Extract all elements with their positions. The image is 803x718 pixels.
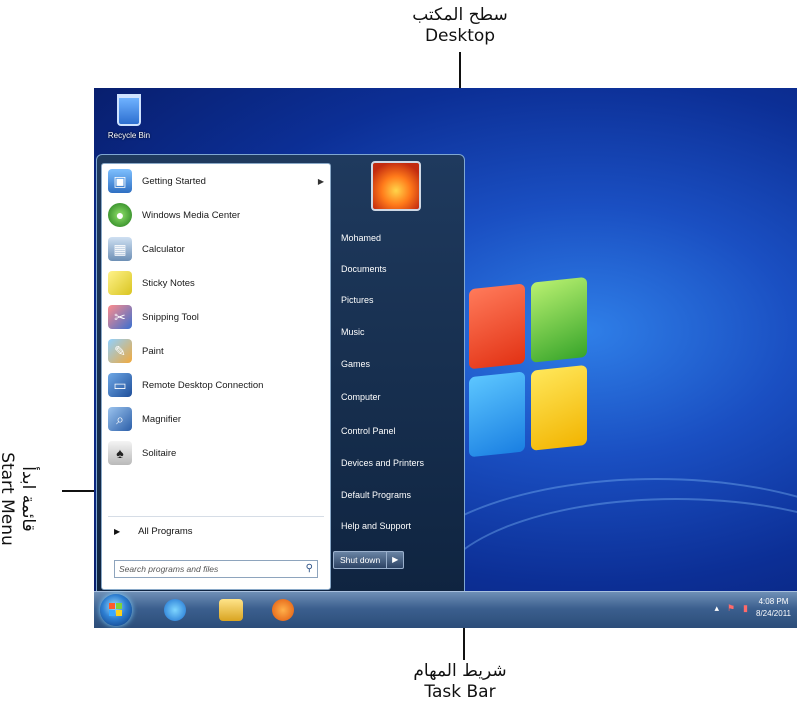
taskbar-callout: شريط المهام Task Bar	[380, 660, 540, 702]
user-picture-avatar[interactable]	[371, 161, 421, 211]
network-icon[interactable]: ▮	[743, 603, 748, 614]
all-programs-button[interactable]: ▶ All Programs	[114, 526, 193, 537]
start-menu-programs-pane: ▣ Getting Started ▶ ● Windows Media Cent…	[101, 163, 331, 590]
desktop-callout-arabic: سطح المكتب	[412, 5, 508, 25]
system-tray: ▴ ⚑ ▮ 4:08 PM 8/24/2011	[714, 596, 791, 620]
start-menu: ▣ Getting Started ▶ ● Windows Media Cent…	[96, 154, 465, 596]
action-center-flag-icon[interactable]: ⚑	[727, 603, 735, 614]
desktop-callout: سطح المكتب Desktop	[385, 4, 535, 46]
start-menu-callout-arabic: قائمة ابدأ	[18, 466, 38, 532]
shutdown-options-arrow-icon[interactable]: ▶	[387, 551, 405, 569]
link-control-panel[interactable]: Control Panel	[341, 426, 396, 436]
program-snipping-tool[interactable]: ✂ Snipping Tool	[108, 302, 324, 332]
clock[interactable]: 4:08 PM 8/24/2011	[756, 596, 791, 620]
magnifier-icon: ⌕	[108, 407, 132, 431]
link-music[interactable]: Music	[341, 327, 365, 337]
calculator-icon: ▦	[108, 237, 132, 261]
program-windows-media-center[interactable]: ● Windows Media Center	[108, 200, 324, 230]
start-menu-divider	[108, 516, 324, 517]
link-help-and-support[interactable]: Help and Support	[341, 521, 411, 531]
program-remote-desktop-connection[interactable]: ▭ Remote Desktop Connection	[108, 370, 324, 400]
submenu-arrow-icon: ▶	[317, 176, 324, 186]
remote-desktop-icon: ▭	[108, 373, 132, 397]
clock-time: 4:08 PM	[758, 597, 789, 606]
program-getting-started[interactable]: ▣ Getting Started ▶	[108, 166, 324, 196]
search-icon[interactable]: ⚲	[306, 561, 313, 577]
solitaire-icon: ♠	[108, 441, 132, 465]
link-computer[interactable]: Computer	[341, 392, 381, 402]
show-hidden-icons-icon[interactable]: ▴	[714, 603, 719, 614]
link-documents[interactable]: Documents	[341, 264, 387, 274]
shutdown-button[interactable]: Shut down	[333, 551, 388, 569]
all-programs-arrow-icon: ▶	[114, 527, 121, 536]
desktop-screen: Recycle Bin ▣ Getting Started ▶ ● Window…	[94, 88, 797, 628]
search-placeholder: Search programs and files	[119, 564, 219, 574]
recycle-bin-icon	[117, 94, 141, 126]
link-default-programs[interactable]: Default Programs	[341, 490, 411, 500]
paint-icon: ✎	[108, 339, 132, 363]
getting-started-icon: ▣	[108, 169, 132, 193]
link-devices-and-printers[interactable]: Devices and Printers	[341, 458, 424, 468]
logo-pane-blue	[469, 371, 525, 458]
logo-pane-red	[469, 283, 525, 370]
taskbar: ▴ ⚑ ▮ 4:08 PM 8/24/2011	[94, 591, 797, 628]
start-menu-links-pane: Mohamed Documents Pictures Music Games C…	[333, 155, 463, 595]
start-menu-callout: قائمة ابدأ Start Menu	[0, 424, 39, 574]
start-menu-callout-english: Start Menu	[0, 452, 17, 546]
program-sticky-notes[interactable]: Sticky Notes	[108, 268, 324, 298]
media-center-icon: ●	[108, 203, 132, 227]
recycle-bin[interactable]: Recycle Bin	[104, 94, 154, 140]
link-games[interactable]: Games	[341, 359, 370, 369]
sticky-notes-icon	[108, 271, 132, 295]
link-pictures[interactable]: Pictures	[341, 295, 374, 305]
taskbar-callout-arabic: شريط المهام	[413, 661, 507, 681]
windows-logo	[469, 276, 589, 465]
start-button[interactable]	[100, 594, 132, 626]
media-player-icon[interactable]	[272, 599, 294, 621]
logo-pane-green	[531, 276, 587, 363]
desktop-callout-english: Desktop	[424, 26, 496, 46]
taskbar-callout-english: Task Bar	[424, 682, 496, 702]
program-calculator[interactable]: ▦ Calculator	[108, 234, 324, 264]
logo-pane-yellow	[531, 364, 587, 451]
windows-explorer-icon[interactable]	[219, 599, 243, 621]
program-solitaire[interactable]: ♠ Solitaire	[108, 438, 324, 468]
windows-flag-icon	[109, 603, 123, 617]
shutdown-group: Shut down ▶	[333, 551, 405, 569]
recycle-bin-label: Recycle Bin	[107, 131, 151, 140]
program-paint[interactable]: ✎ Paint	[108, 336, 324, 366]
all-programs-label: All Programs	[138, 526, 193, 537]
internet-explorer-icon[interactable]	[164, 599, 186, 621]
link-user[interactable]: Mohamed	[341, 233, 381, 243]
snipping-tool-icon: ✂	[108, 305, 132, 329]
search-input[interactable]: Search programs and files ⚲	[114, 560, 318, 578]
program-magnifier[interactable]: ⌕ Magnifier	[108, 404, 324, 434]
clock-date: 8/24/2011	[756, 609, 791, 618]
